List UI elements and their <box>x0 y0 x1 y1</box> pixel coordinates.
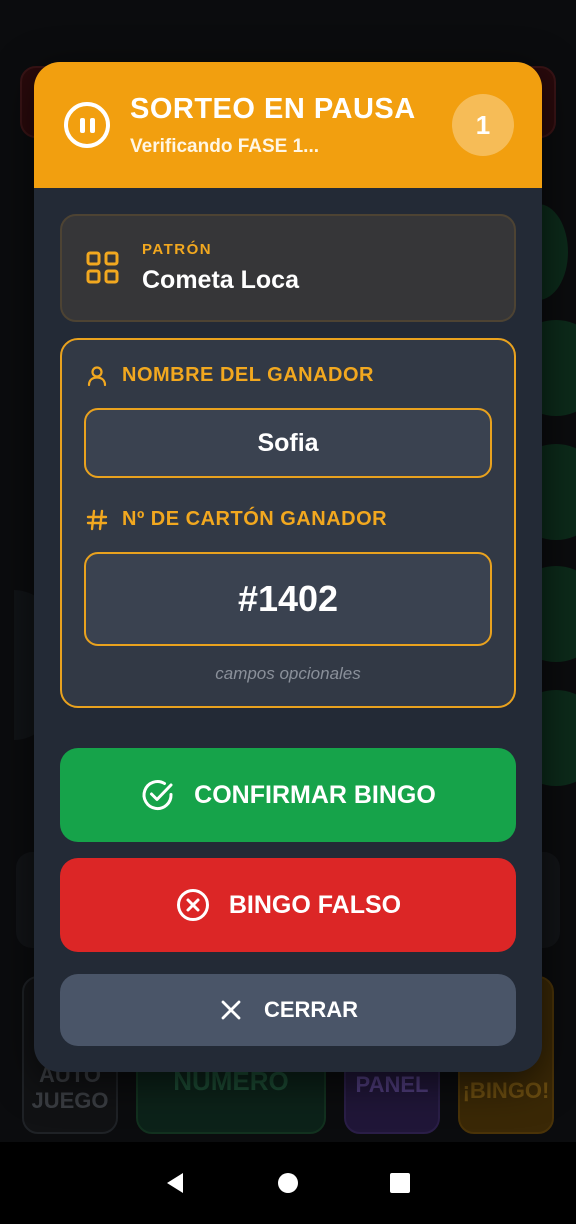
pattern-value: Cometa Loca <box>142 266 299 294</box>
home-icon[interactable] <box>273 1168 303 1198</box>
phase-badge: 1 <box>452 94 514 156</box>
close-icon <box>221 1000 241 1020</box>
card-number-label-row: Nº DE CARTÓN GANADOR <box>86 508 387 531</box>
card-number-input[interactable]: #1402 <box>84 552 492 646</box>
background-panel-label: PANEL <box>355 1072 429 1097</box>
pause-icon-bar <box>89 117 95 133</box>
system-nav-bar <box>0 1142 576 1224</box>
modal-header: SORTEO EN PAUSA Verificando FASE 1... 1 <box>34 62 542 188</box>
background-bingo-label: ¡BINGO! <box>462 1078 550 1103</box>
confirm-bingo-label: CONFIRMAR BINGO <box>194 780 436 809</box>
pattern-card: PATRÓN Cometa Loca <box>60 214 516 322</box>
modal-subtitle: Verificando FASE 1... <box>130 135 320 157</box>
pause-modal: SORTEO EN PAUSA Verificando FASE 1... 1 … <box>34 62 542 1072</box>
close-label: CERRAR <box>263 997 359 1022</box>
hash-icon <box>86 509 108 530</box>
recents-icon[interactable] <box>385 1168 415 1198</box>
false-bingo-button[interactable]: BINGO FALSO <box>60 858 516 952</box>
optional-fields-hint: campos opcionales <box>215 664 361 683</box>
pause-icon <box>64 102 110 148</box>
confirm-bingo-button[interactable]: CONFIRMAR BINGO <box>60 748 516 842</box>
x-circle-icon <box>176 889 209 921</box>
winner-name-label-row: NOMBRE DEL GANADOR <box>86 364 374 387</box>
close-button[interactable]: CERRAR <box>60 974 516 1046</box>
modal-title: SORTEO EN PAUSA <box>130 92 416 125</box>
winner-name-input[interactable]: Sofia <box>84 408 492 478</box>
pattern-label: PATRÓN <box>142 241 213 258</box>
person-icon <box>87 365 107 386</box>
winner-name-label: NOMBRE DEL GANADOR <box>122 364 374 386</box>
back-icon[interactable] <box>161 1168 191 1198</box>
pattern-texts: PATRÓN Cometa Loca <box>142 241 299 295</box>
pause-icon-bar <box>79 117 85 133</box>
winner-form: NOMBRE DEL GANADOR Sofia Nº DE CARTÓN GA… <box>60 338 516 708</box>
card-number-label: Nº DE CARTÓN GANADOR <box>122 508 388 530</box>
grid-icon <box>86 251 119 284</box>
check-circle-icon <box>142 780 173 811</box>
header-texts: SORTEO EN PAUSA Verificando FASE 1... <box>130 93 452 158</box>
false-bingo-label: BINGO FALSO <box>228 890 402 919</box>
